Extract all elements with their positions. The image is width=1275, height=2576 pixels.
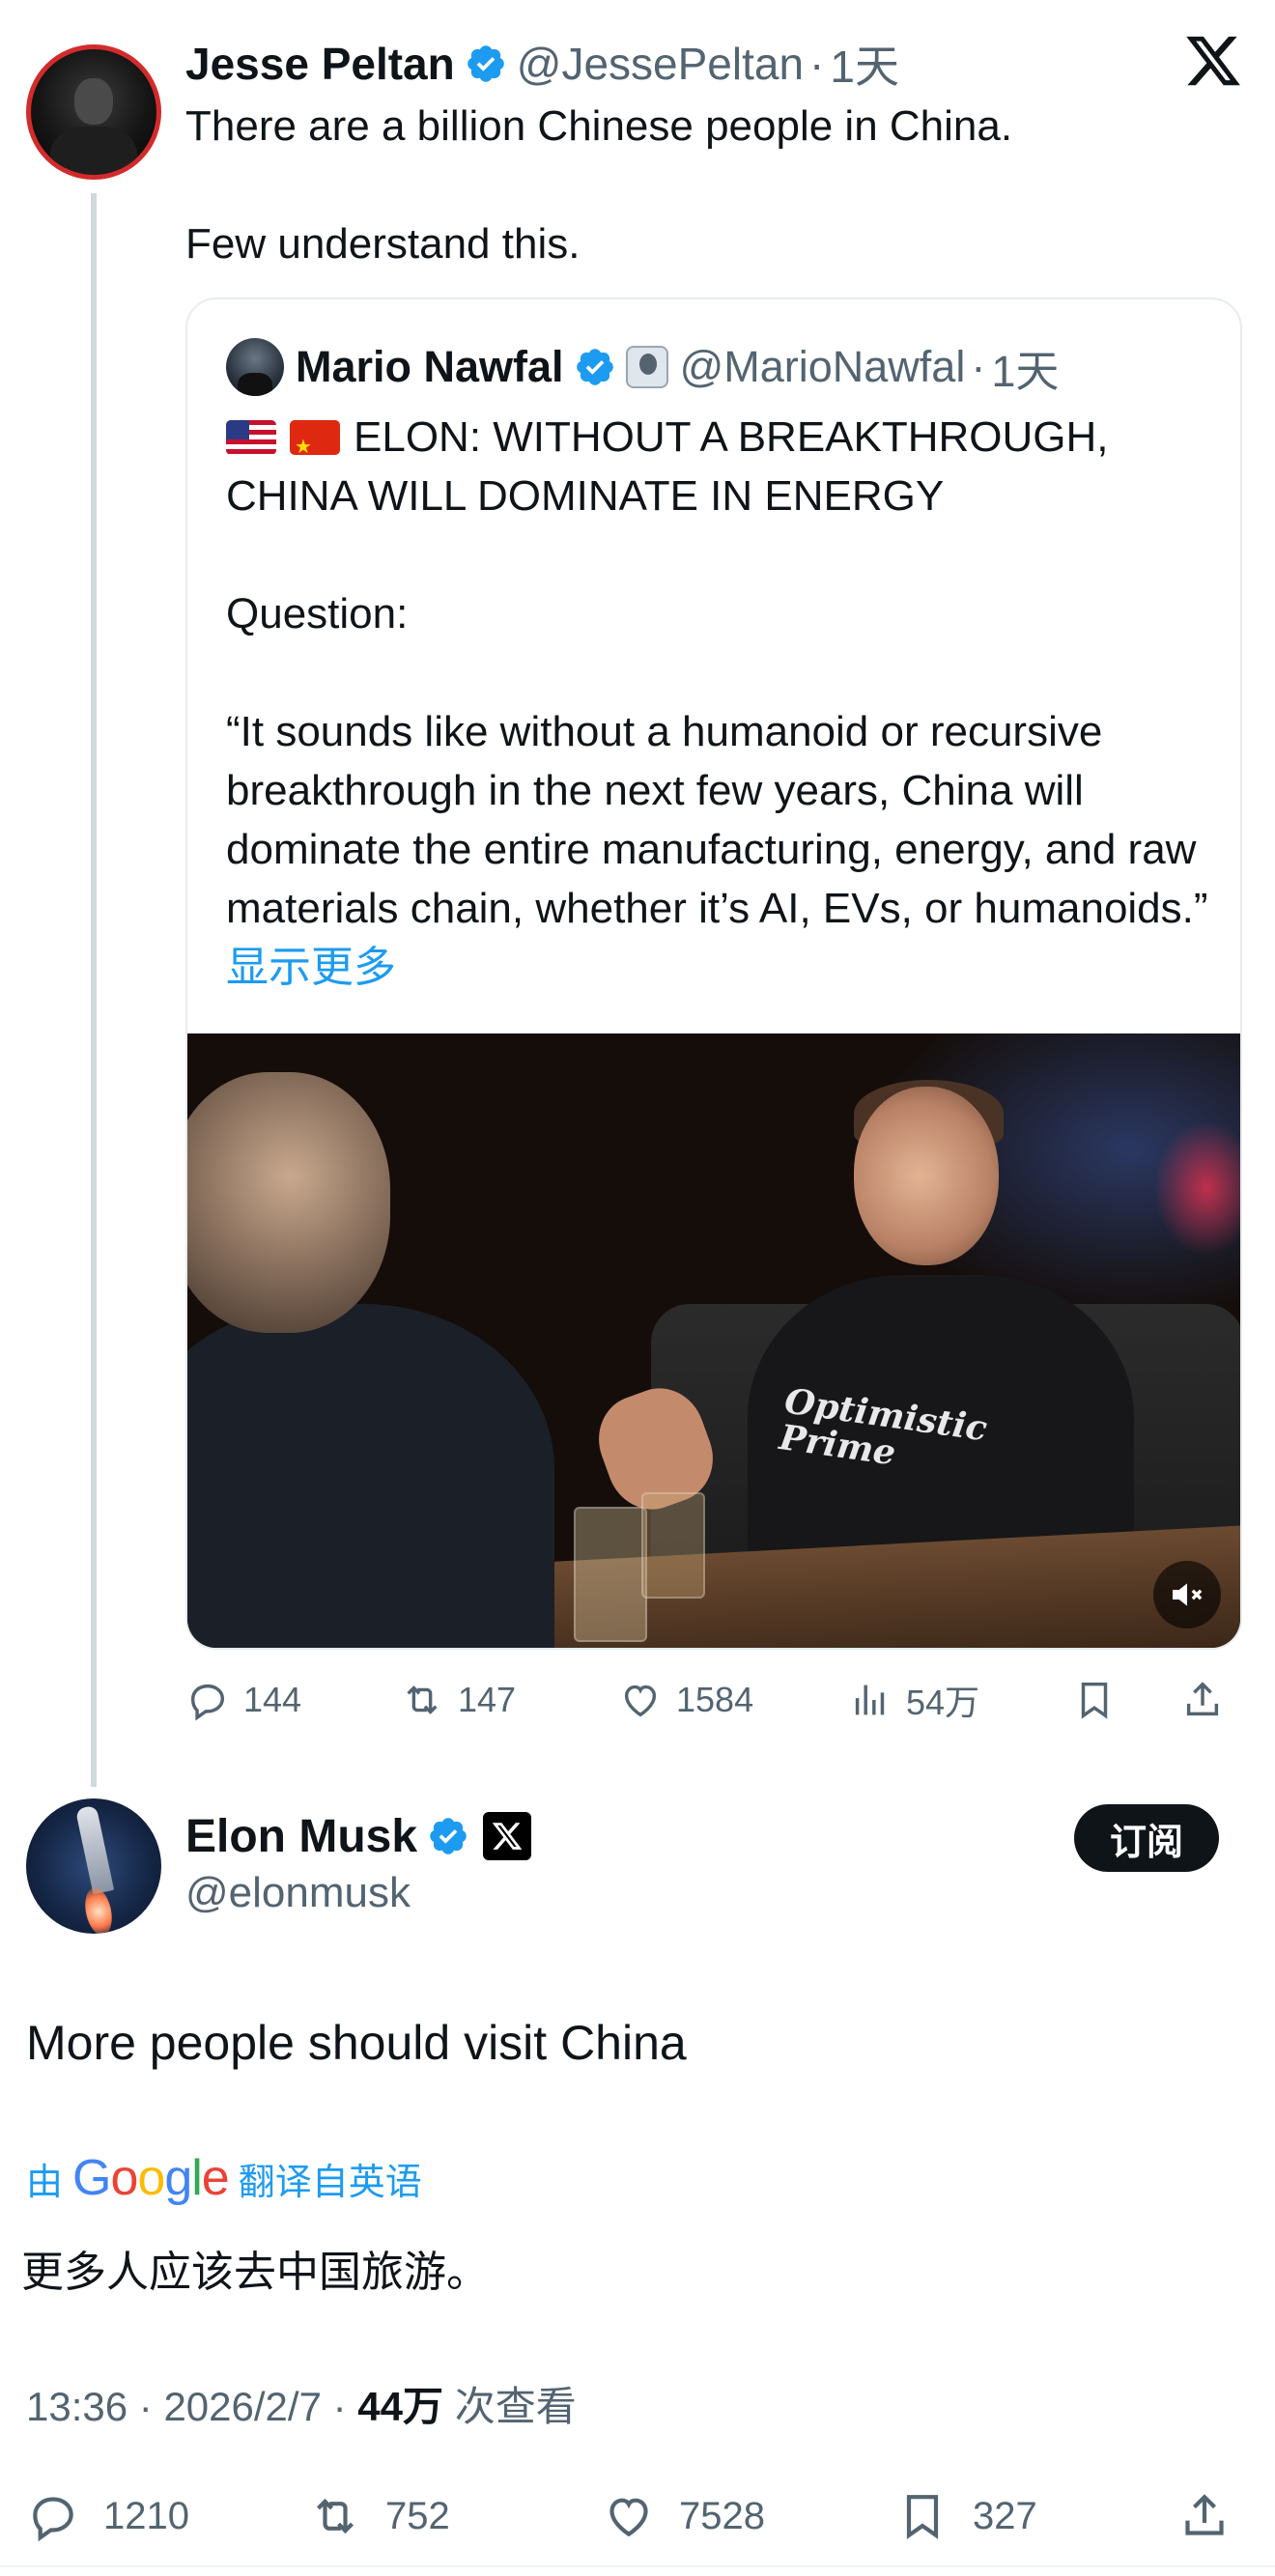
header-separator: · (971, 342, 986, 391)
like-button[interactable]: 1584 (618, 1671, 753, 1729)
reply-button[interactable]: 1210 (26, 2482, 189, 2550)
video-player[interactable]: Optimistic Prime (187, 1033, 1240, 1648)
affiliation-badge-icon (625, 346, 668, 388)
mute-icon[interactable] (1153, 1561, 1221, 1628)
views-icon (855, 1684, 885, 1715)
parent-tweet-time[interactable]: 1天 (830, 32, 899, 96)
reply-button[interactable]: 144 (185, 1671, 301, 1729)
thread-connector-line (91, 193, 97, 1787)
main-tweet-header: Elon Musk (185, 1806, 532, 1866)
repost-count: 147 (458, 1680, 517, 1719)
translation-attribution[interactable]: 由 Google 翻译自英语 (26, 2144, 422, 2212)
repost-count: 752 (385, 2494, 450, 2537)
us-flag-icon (226, 420, 276, 455)
parent-tweet-header: Jesse Peltan @JessePeltan · 1天 (185, 35, 899, 93)
repost-icon (407, 1685, 438, 1714)
main-author-name[interactable]: Elon Musk (185, 1810, 417, 1863)
main-tweet-text: More people should visit China (26, 2016, 687, 2070)
share-icon (1186, 1682, 1219, 1716)
tweet-meta: 13:36 · 2026/2/7 · 44万 次查看 (26, 2374, 577, 2433)
repost-button[interactable]: 147 (400, 1671, 516, 1729)
share-icon (1185, 2494, 1224, 2535)
reply-icon (190, 1684, 225, 1721)
repost-button[interactable]: 752 (308, 2482, 450, 2550)
bookmark-button[interactable]: 327 (895, 2482, 1037, 2550)
main-author-avatar[interactable] (26, 1798, 161, 1934)
quoted-tweet-time: 1天 (991, 346, 1060, 396)
reply-count: 1210 (103, 2494, 189, 2537)
google-logo: Google (72, 2150, 230, 2206)
parent-tweet-actions: 144 147 1584 54万 (185, 1671, 1248, 1729)
quoted-tweet-text: ELON: WITHOUT A BREAKTHROUGH, CHINA WILL… (226, 408, 1211, 997)
quoted-tweet-card[interactable]: Mario Nawfal @MarioNawfal · 1天 ELON: WIT… (185, 297, 1242, 1650)
share-button[interactable] (1177, 2482, 1255, 2550)
view-count-label: 次查看 (454, 2384, 577, 2429)
parent-author-name[interactable]: Jesse Peltan (185, 38, 455, 90)
quoted-tweet-header: Mario Nawfal @MarioNawfal · 1天 (226, 338, 1059, 396)
parent-author-handle[interactable]: @JessePeltan (517, 38, 804, 90)
quoted-author-name: Mario Nawfal (296, 342, 564, 391)
x-logo-icon (1183, 31, 1243, 91)
bookmark-count: 327 (973, 2494, 1037, 2537)
bookmark-button[interactable] (1072, 1671, 1130, 1729)
views-button[interactable]: 54万 (848, 1671, 979, 1729)
like-icon (624, 1684, 657, 1717)
verified-badge-icon (465, 42, 507, 85)
like-count: 1584 (676, 1680, 754, 1719)
quoted-author-avatar (226, 338, 284, 396)
bookmark-icon (906, 2495, 939, 2539)
header-separator: · (809, 39, 825, 89)
like-icon (609, 2498, 648, 2537)
bottom-divider (0, 2565, 1275, 2567)
like-count: 7528 (679, 2494, 765, 2537)
reply-icon (33, 2497, 73, 2542)
tweet-view-count: 44万 (357, 2384, 444, 2429)
translated-tweet-text: 更多人应该去中国旅游。 (21, 2249, 489, 2296)
quoted-tweet-headline: ELON: WITHOUT A BREAKTHROUGH, CHINA WILL… (226, 413, 1109, 520)
tweet-time[interactable]: 13:36 (26, 2384, 128, 2429)
main-tweet-actions: 1210 752 7528 327 (26, 2482, 1253, 2550)
like-button[interactable]: 7528 (602, 2482, 765, 2550)
parent-author-avatar[interactable] (26, 44, 161, 180)
views-count: 54万 (906, 1683, 980, 1722)
tweet-date[interactable]: 2026/2/7 (163, 2384, 322, 2429)
verified-badge-icon (574, 346, 616, 388)
quoted-tweet-body: Question: “It sounds like without a huma… (226, 590, 1208, 932)
bookmark-icon (1081, 1682, 1108, 1719)
subscribe-button[interactable]: 订阅 (1074, 1804, 1219, 1872)
meta-separator: · (138, 2384, 153, 2429)
quoted-author-handle: @MarioNawfal (679, 342, 966, 391)
translation-suffix: 翻译自英语 (238, 2162, 422, 2203)
parent-tweet-text: There are a billion Chinese people in Ch… (185, 102, 1013, 268)
x-affiliation-badge-icon (483, 1812, 532, 1860)
meta-separator: · (332, 2384, 347, 2429)
verified-badge-icon (427, 1815, 469, 1857)
share-button[interactable] (1180, 1671, 1238, 1729)
reply-count: 144 (243, 1680, 302, 1719)
main-author-handle[interactable]: @elonmusk (185, 1869, 411, 1917)
repost-icon (317, 2498, 354, 2534)
translation-prefix: 由 (26, 2162, 64, 2203)
show-more-link[interactable]: 显示更多 (226, 944, 396, 991)
china-flag-icon (290, 420, 340, 455)
